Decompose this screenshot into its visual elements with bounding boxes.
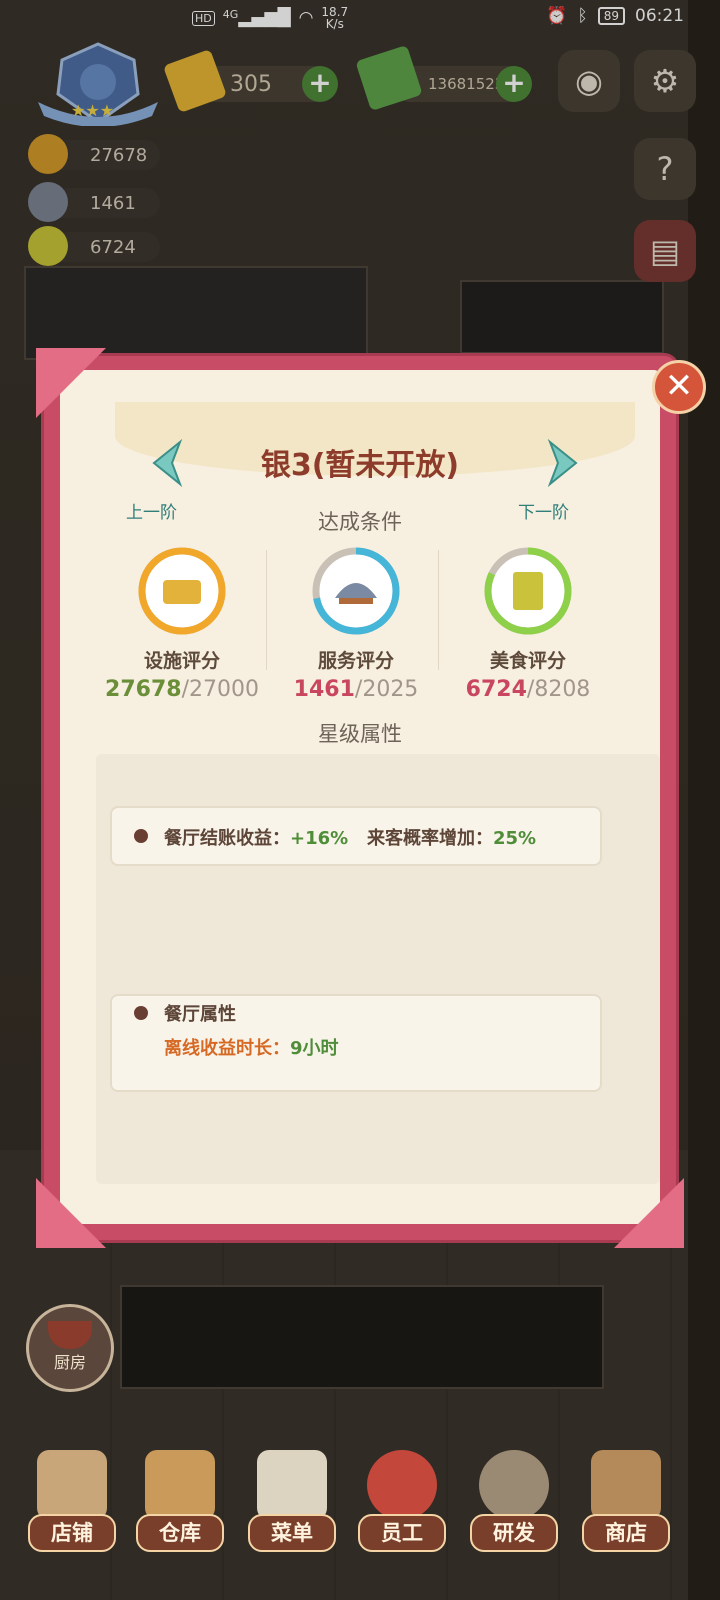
service-progress-ring: [311, 546, 401, 636]
nav-store[interactable]: 商店: [582, 1450, 670, 1560]
facility-current: 27678: [105, 677, 182, 702]
food-progress-ring: [483, 546, 573, 636]
nav-label: 员工: [358, 1514, 446, 1552]
food-current: 6724: [465, 677, 527, 702]
nav-label: 菜单: [248, 1514, 336, 1552]
nav-shop[interactable]: 店铺: [28, 1450, 116, 1560]
divider: [266, 550, 267, 670]
offline-line: 离线收益时长：9小时: [164, 1034, 339, 1060]
offline-value: 9小时: [290, 1038, 339, 1059]
bullet: [134, 829, 148, 843]
nav-label: 研发: [470, 1514, 558, 1552]
nav-menu[interactable]: 菜单: [248, 1450, 336, 1560]
checkout-label: 餐厅结账收益：: [164, 828, 290, 849]
food-stat: 美食评分 6724/8208: [448, 546, 608, 702]
nav-research[interactable]: 研发: [470, 1450, 558, 1560]
service-stat: 服务评分 1461/2025: [276, 546, 436, 702]
nav-label: 店铺: [28, 1514, 116, 1552]
corner-ornament: [614, 1178, 684, 1248]
visitor-label: 来客概率增加：: [366, 828, 493, 849]
visitor-value: 25%: [492, 828, 537, 849]
facility-stat-name: 设施评分: [143, 650, 220, 672]
facility-progress-ring: [137, 546, 227, 636]
wok-icon: [479, 1450, 549, 1520]
facility-target: /27000: [181, 677, 259, 702]
nav-label: 仓库: [136, 1514, 224, 1552]
shop-icon: [591, 1450, 661, 1520]
service-stat-name: 服务评分: [317, 650, 394, 672]
checkout-value: +16%: [290, 828, 349, 849]
nav-label: 商店: [582, 1514, 670, 1552]
chef-icon: [367, 1450, 437, 1520]
prev-tier-arrow-icon[interactable]: [148, 438, 188, 488]
corner-ornament: [36, 1178, 106, 1248]
food-stat-name: 美食评分: [489, 650, 566, 672]
food-target: /8208: [526, 677, 591, 702]
dialog-panel: 银3(暂未开放) 上一阶 下一阶 达成条件 设施评分 27678/27000 服…: [60, 370, 660, 1224]
next-tier-arrow-icon[interactable]: [542, 438, 582, 488]
close-button[interactable]: ✕: [652, 360, 706, 414]
storefront-icon: [37, 1450, 107, 1520]
nav-staff[interactable]: 员工: [358, 1450, 446, 1560]
nav-warehouse[interactable]: 仓库: [136, 1450, 224, 1560]
star-attributes-label: 星级属性: [318, 722, 402, 746]
clipboard-icon: [257, 1450, 327, 1520]
star-level-dialog: 银3(暂未开放) 上一阶 下一阶 达成条件 设施评分 27678/27000 服…: [36, 348, 684, 1248]
service-current: 1461: [293, 677, 355, 702]
kitchen-button[interactable]: 厨房: [26, 1304, 114, 1392]
corner-ornament: [36, 348, 106, 418]
bonus-line: 餐厅结账收益：+16% 来客概率增加：25%: [164, 824, 536, 850]
facility-stat: 设施评分 27678/27000: [102, 546, 262, 702]
pot-icon: [48, 1321, 92, 1349]
restaurant-attr-box: 餐厅属性 离线收益时长：9小时: [110, 994, 602, 1092]
kitchen-label: 厨房: [53, 1353, 86, 1372]
service-target: /2025: [354, 677, 419, 702]
bullet: [134, 1006, 148, 1020]
restaurant-attr-title: 餐厅属性: [164, 1004, 236, 1025]
divider: [438, 550, 439, 670]
offline-label: 离线收益时长：: [164, 1038, 290, 1059]
bonus-box: 餐厅结账收益：+16% 来客概率增加：25%: [110, 806, 602, 866]
box-icon: [145, 1450, 215, 1520]
conditions-label: 达成条件: [318, 510, 402, 534]
